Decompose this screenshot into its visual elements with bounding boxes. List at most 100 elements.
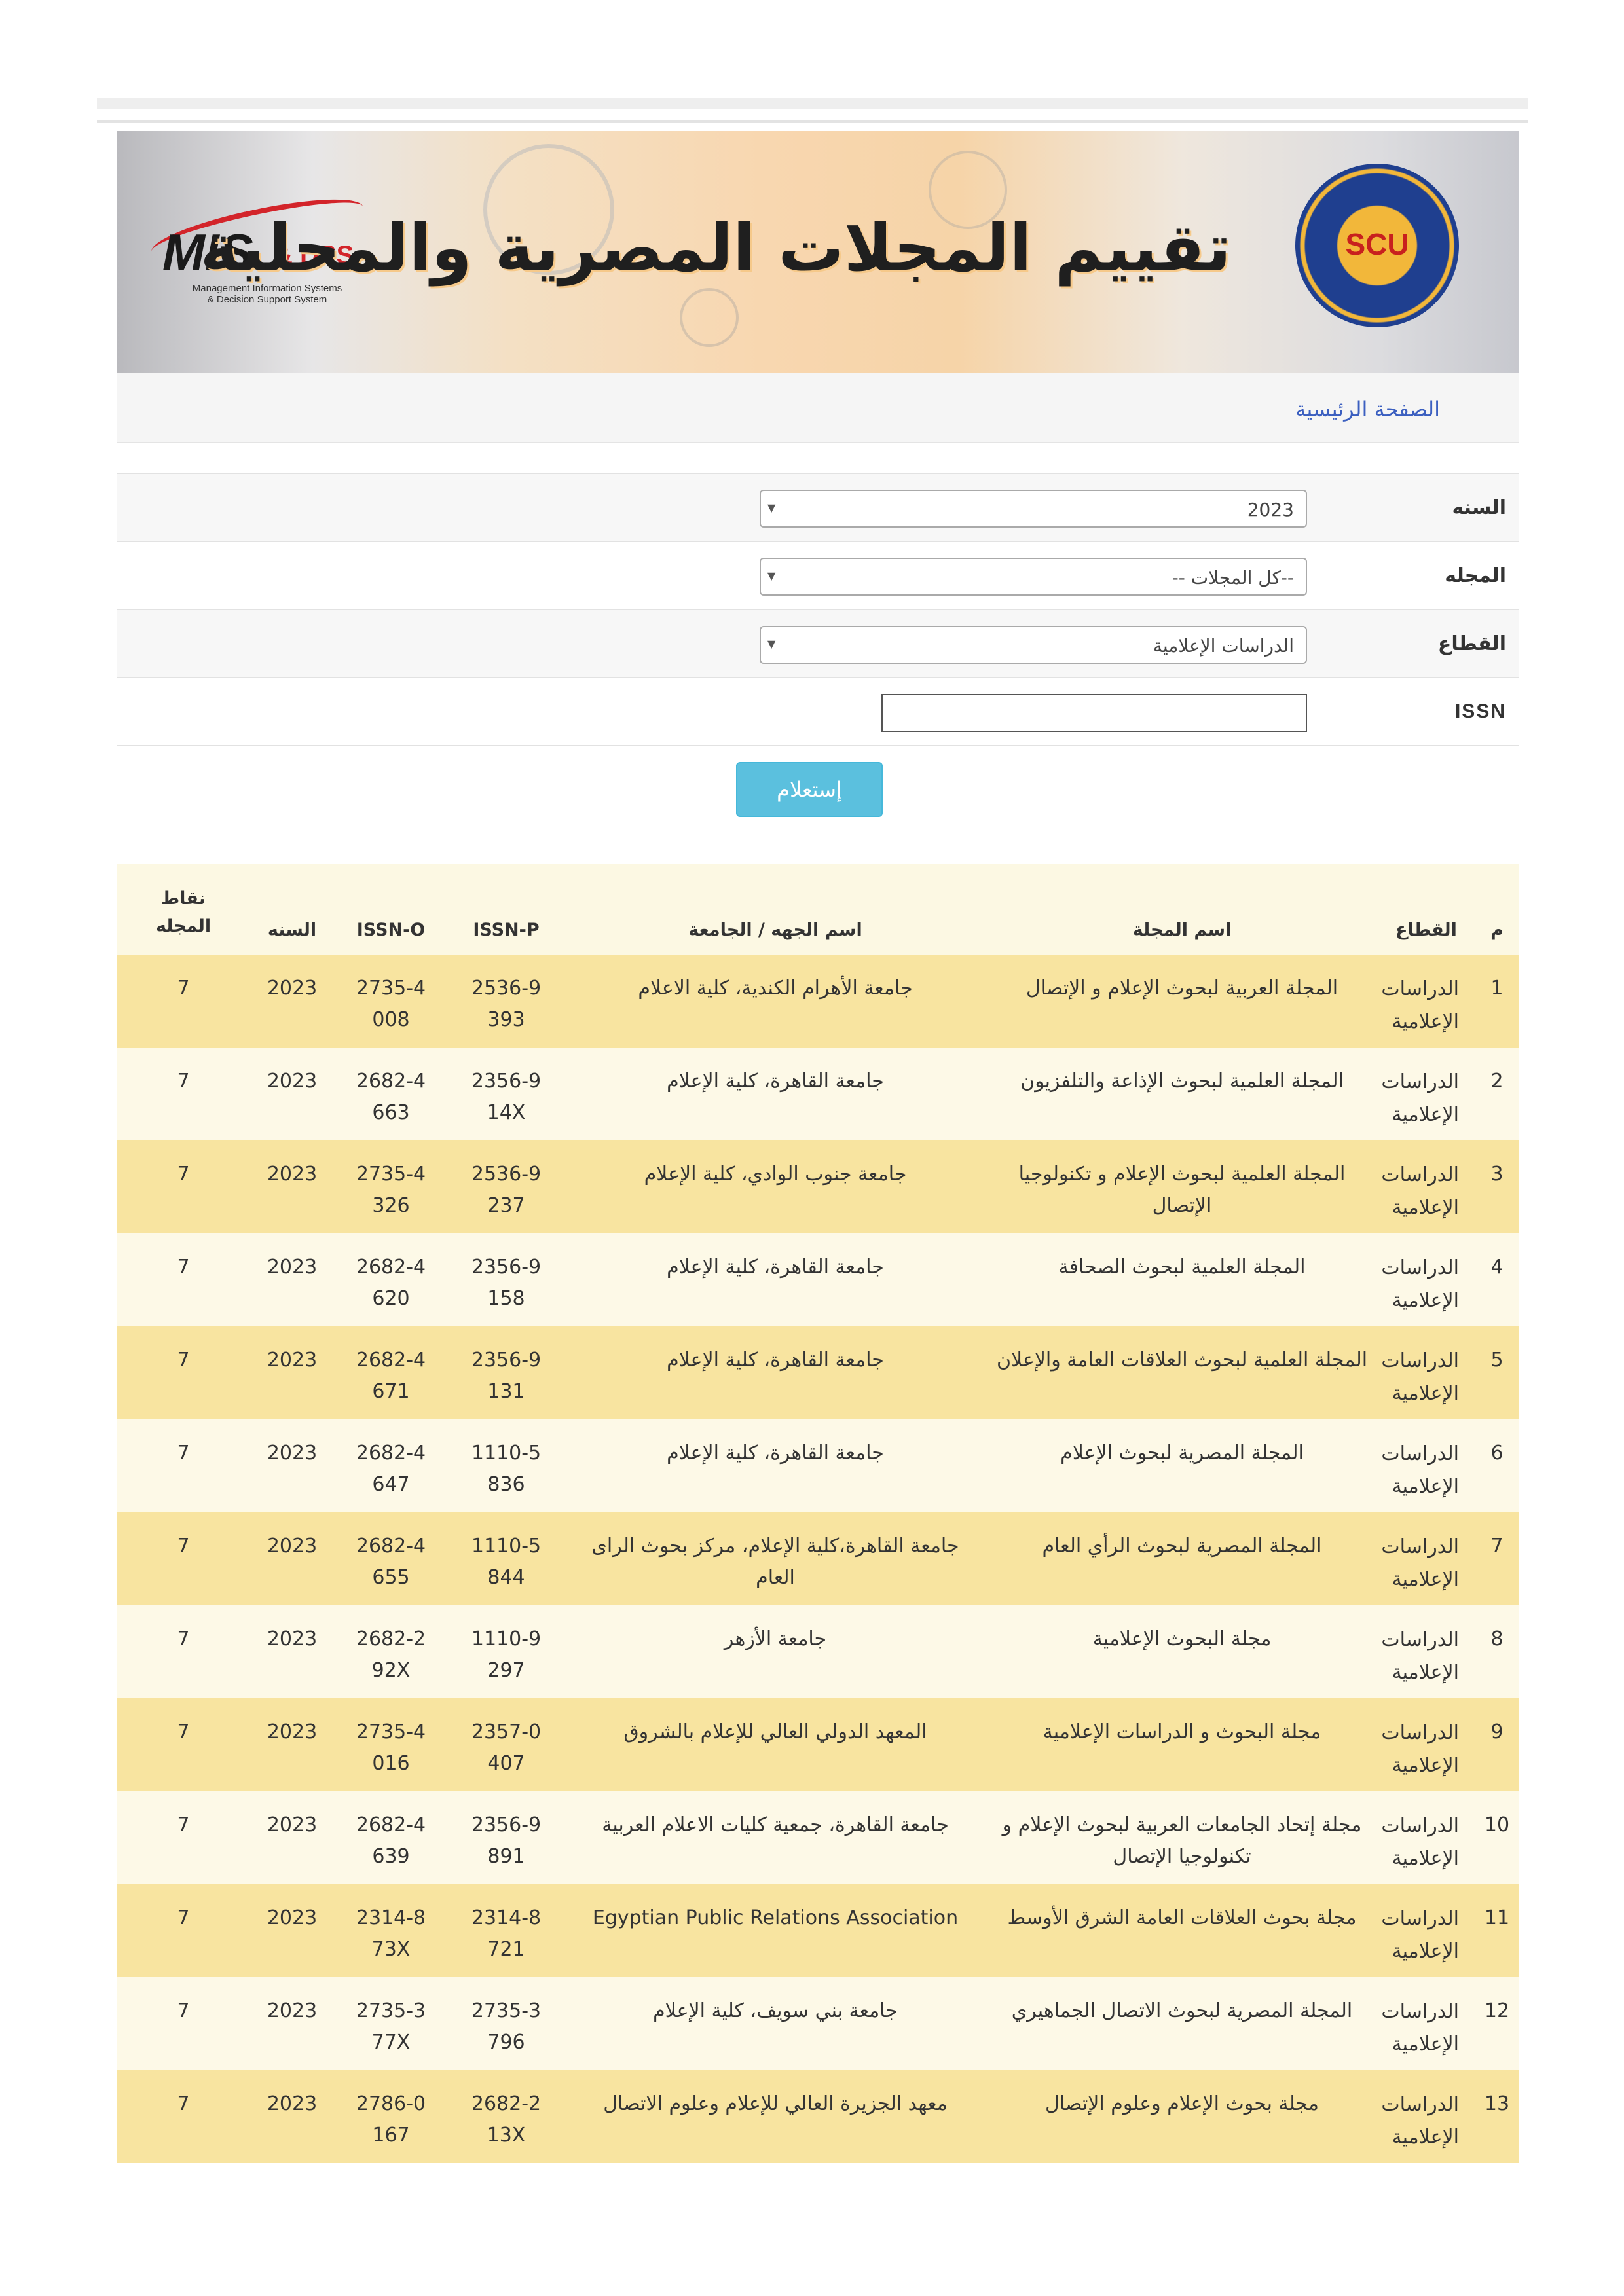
cell-num: 13 bbox=[1475, 2070, 1519, 2163]
cell-year: 2023 bbox=[250, 1512, 334, 1605]
cell-journal: المجلة المصرية لبحوث الاتصال الجماهيري bbox=[986, 1977, 1378, 2070]
cell-journal: مجلة البحوث الإعلامية bbox=[986, 1605, 1378, 1698]
cell-issn-p: 2356-9158 bbox=[448, 1233, 564, 1326]
cell-issn-o-value: 2735-4326 bbox=[356, 1163, 426, 1217]
table-row: 12 الدراسات الإعلامية المجلة المصرية لبحوث… bbox=[117, 1977, 1519, 2070]
cell-sector-value: الدراسات الإعلامية bbox=[1381, 1163, 1459, 1219]
cell-issn-o-value: 2735-4016 bbox=[356, 1721, 426, 1775]
scu-logo: SCU bbox=[1295, 164, 1459, 327]
col-header-institution[interactable]: اسم الجهه / الجامعة bbox=[564, 864, 986, 955]
table-row: 13 الدراسات الإعلامية مجلة بحوث الإعلام وع… bbox=[117, 2070, 1519, 2163]
cell-num: 8 bbox=[1475, 1605, 1519, 1698]
cell-journal: المجلة العلمية لبحوث الإذاعة والتلفزيون bbox=[986, 1048, 1378, 1140]
journal-label: المجله bbox=[1445, 564, 1506, 587]
cell-institution: جامعة القاهرة، كلية الإعلام bbox=[564, 1326, 986, 1419]
cell-sector: الدراسات الإعلامية bbox=[1378, 1512, 1475, 1605]
logo-subtitle: Management Information Systems & Decisio… bbox=[143, 283, 392, 305]
col-header-issn-o[interactable]: ISSN-O bbox=[334, 864, 448, 955]
filter-form: السنه 2023 ▼ المجله --كل المجلات -- ▼ ال… bbox=[117, 473, 1519, 745]
col-header-journal[interactable]: اسم المجلة bbox=[986, 864, 1378, 955]
cell-institution: جامعة بني سويف، كلية الإعلام bbox=[564, 1977, 986, 2070]
cell-num: 12 bbox=[1475, 1977, 1519, 2070]
col-header-points-label: نقاط المجله bbox=[155, 888, 212, 936]
form-row-journal: المجله --كل المجلات -- ▼ bbox=[117, 541, 1519, 609]
cell-points: 7 bbox=[117, 1884, 250, 1977]
table-row: 7 الدراسات الإعلامية المجلة المصرية لبحوث … bbox=[117, 1512, 1519, 1605]
cell-issn-o: 2735-4016 bbox=[334, 1698, 448, 1791]
cell-issn-p: 2356-914X bbox=[448, 1048, 564, 1140]
cell-sector-value: الدراسات الإعلامية bbox=[1381, 2093, 1459, 2149]
cell-issn-p-value: 1110-9297 bbox=[471, 1628, 542, 1682]
cell-year: 2023 bbox=[250, 1140, 334, 1233]
cell-points: 7 bbox=[117, 1326, 250, 1419]
col-header-sector[interactable]: القطاع bbox=[1378, 864, 1475, 955]
cell-journal: المجلة العلمية لبحوث الإعلام و تكنولوجيا… bbox=[986, 1140, 1378, 1233]
cell-year: 2023 bbox=[250, 1605, 334, 1698]
cell-sector: الدراسات الإعلامية bbox=[1378, 1233, 1475, 1326]
cell-institution: جامعة جنوب الوادي، كلية الإعلام bbox=[564, 1140, 986, 1233]
cell-num: 9 bbox=[1475, 1698, 1519, 1791]
cell-issn-o-value: 2682-4647 bbox=[356, 1442, 426, 1496]
cell-issn-o-value: 2786-0167 bbox=[356, 2092, 426, 2147]
form-row-issn: ISSN bbox=[117, 677, 1519, 745]
cell-sector: الدراسات الإعلامية bbox=[1378, 1977, 1475, 2070]
cell-issn-p-value: 2356-9131 bbox=[471, 1349, 542, 1403]
cell-sector: الدراسات الإعلامية bbox=[1378, 1605, 1475, 1698]
cell-issn-p: 2735-3796 bbox=[448, 1977, 564, 2070]
year-select[interactable]: 2023 ▼ bbox=[760, 490, 1307, 528]
cell-year: 2023 bbox=[250, 1698, 334, 1791]
journal-select[interactable]: --كل المجلات -- ▼ bbox=[760, 558, 1307, 596]
cell-institution: جامعة القاهرة، كلية الإعلام bbox=[564, 1233, 986, 1326]
issn-label: ISSN bbox=[1454, 701, 1506, 722]
cell-issn-o: 2682-4663 bbox=[334, 1048, 448, 1140]
cell-num: 4 bbox=[1475, 1233, 1519, 1326]
cell-year: 2023 bbox=[250, 1326, 334, 1419]
home-link[interactable]: الصفحة الرئيسية bbox=[1295, 397, 1440, 422]
col-header-year[interactable]: السنه bbox=[250, 864, 334, 955]
col-header-issn-p[interactable]: ISSN-P bbox=[448, 864, 564, 955]
cell-issn-p-value: 2536-9237 bbox=[471, 1163, 542, 1217]
cell-issn-o-value: 2682-4663 bbox=[356, 1070, 426, 1124]
cell-issn-p: 2356-9131 bbox=[448, 1326, 564, 1419]
cell-sector-value: الدراسات الإعلامية bbox=[1381, 1814, 1459, 1870]
results-table: م القطاع اسم المجلة اسم الجهه / الجامعة … bbox=[117, 864, 1519, 2163]
sector-select[interactable]: الدراسات الإعلامية ▼ bbox=[760, 626, 1307, 664]
cell-issn-p: 2314-8721 bbox=[448, 1884, 564, 1977]
table-body: 1 الدراسات الإعلامية المجلة العربية لبحوث … bbox=[117, 955, 1519, 2163]
cell-institution: جامعة الأهرام الكندية، كلية الاعلام bbox=[564, 955, 986, 1048]
cell-sector-value: الدراسات الإعلامية bbox=[1381, 1442, 1459, 1498]
cell-journal: المجلة العلمية لبحوث الصحافة bbox=[986, 1233, 1378, 1326]
decor-circle bbox=[680, 288, 739, 347]
cell-issn-o: 2682-4647 bbox=[334, 1419, 448, 1512]
form-divider bbox=[117, 745, 1519, 746]
cell-issn-o: 2735-4008 bbox=[334, 955, 448, 1048]
cell-num: 3 bbox=[1475, 1140, 1519, 1233]
cell-sector-value: الدراسات الإعلامية bbox=[1381, 1907, 1459, 1963]
cell-sector: الدراسات الإعلامية bbox=[1378, 1048, 1475, 1140]
cell-sector-value: الدراسات الإعلامية bbox=[1381, 1628, 1459, 1684]
cell-journal: مجلة بحوث العلاقات العامة الشرق الأوسط bbox=[986, 1884, 1378, 1977]
top-bar bbox=[97, 98, 1528, 109]
cell-num: 11 bbox=[1475, 1884, 1519, 1977]
cell-year: 2023 bbox=[250, 1884, 334, 1977]
col-header-num[interactable]: م bbox=[1475, 864, 1519, 955]
cell-sector: الدراسات الإعلامية bbox=[1378, 1326, 1475, 1419]
cell-institution: جامعة القاهرة،كلية الإعلام، مركز بحوث ال… bbox=[564, 1512, 986, 1605]
form-row-sector: القطاع الدراسات الإعلامية ▼ bbox=[117, 609, 1519, 677]
top-divider bbox=[97, 120, 1528, 123]
sector-label: القطاع bbox=[1437, 632, 1506, 655]
cell-year: 2023 bbox=[250, 955, 334, 1048]
cell-institution: جامعة الأزهر bbox=[564, 1605, 986, 1698]
cell-institution: جامعة القاهرة، جمعية كليات الاعلام العرب… bbox=[564, 1791, 986, 1884]
dropdown-arrow-icon: ▼ bbox=[767, 501, 776, 514]
col-header-points[interactable]: نقاط المجله bbox=[117, 864, 250, 955]
cell-institution: Egyptian Public Relations Association bbox=[564, 1884, 986, 1977]
cell-issn-p-value: 2356-9158 bbox=[471, 1256, 542, 1310]
cell-journal: المجلة المصرية لبحوث الإعلام bbox=[986, 1419, 1378, 1512]
cell-sector: الدراسات الإعلامية bbox=[1378, 1884, 1475, 1977]
query-button[interactable]: إستعلام bbox=[736, 762, 883, 817]
issn-input[interactable] bbox=[881, 694, 1307, 732]
dropdown-arrow-icon: ▼ bbox=[767, 638, 776, 650]
cell-issn-p: 1110-5844 bbox=[448, 1512, 564, 1605]
dropdown-arrow-icon: ▼ bbox=[767, 570, 776, 582]
